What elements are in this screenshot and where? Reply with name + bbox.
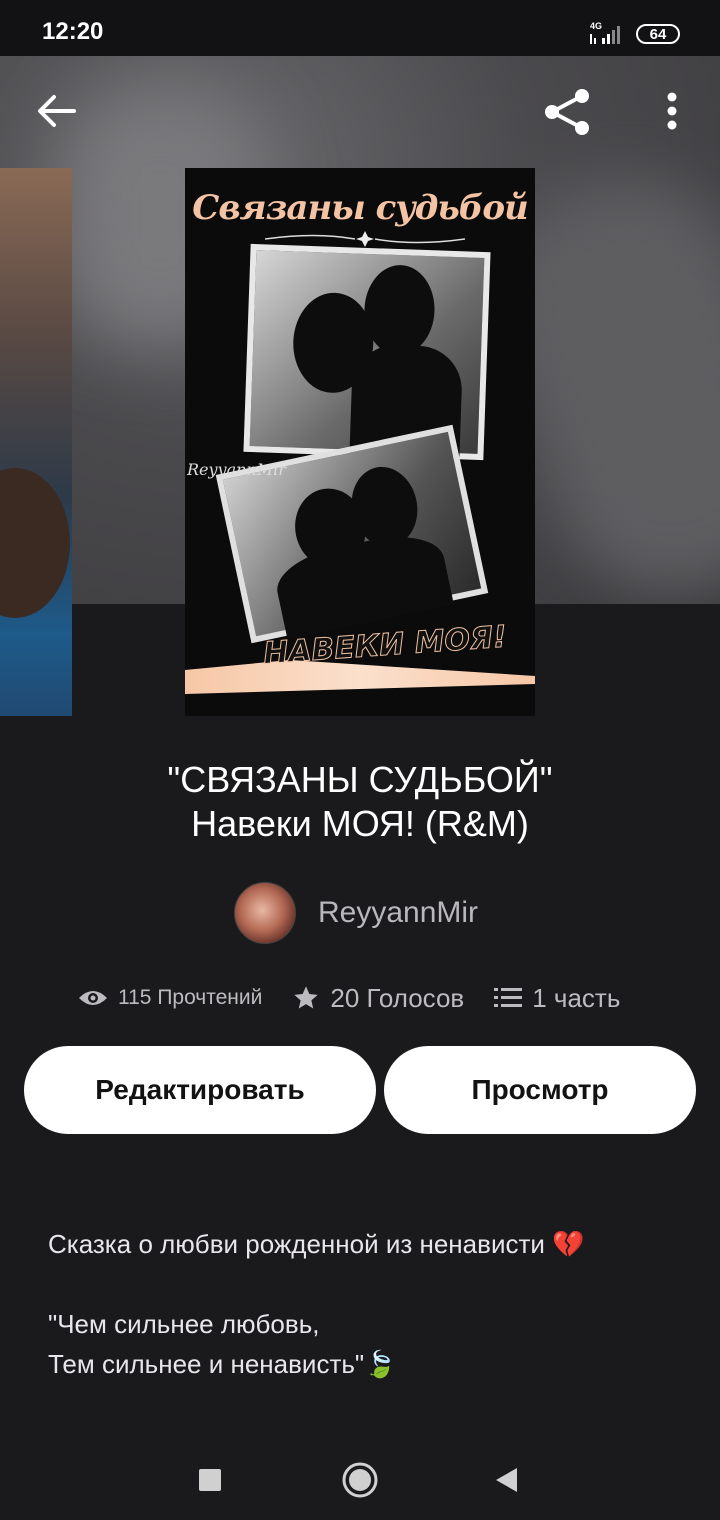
cover-photo-bottom [215,424,489,644]
reads-stat: 115 Прочтений [78,986,262,1010]
author-row[interactable]: ReyyannMir [234,882,478,944]
battery-indicator: 64 [636,24,680,44]
description-line2: "Чем сильнее любовь, [48,1309,320,1339]
votes-stat: 20 Голосов [292,983,464,1014]
story-title-line2: Навеки МОЯ! (R&M) [191,803,529,844]
edit-button[interactable]: Редактировать [24,1046,376,1134]
votes-count: 20 Голосов [330,982,465,1013]
eye-icon [79,991,107,1005]
previous-story-cover[interactable]: yannMir ❤ [0,168,72,716]
cover-title: Связаны судьбой [192,188,528,228]
reads-count: 115 Прочтений [118,986,263,1009]
story-stats: 115 Прочтений 20 Голосов 1 часть [78,978,650,1018]
description-line1: Сказка о любви рожденной из ненависти 💔 [48,1229,585,1259]
share-button[interactable] [540,84,596,140]
back-nav-button[interactable] [484,1458,528,1502]
view-button[interactable]: Просмотр [384,1046,696,1134]
circle-icon [342,1462,378,1498]
cover-watermark: ReyyannMir [187,460,286,479]
more-options-button[interactable] [654,86,690,136]
story-cover[interactable]: Связаны судьбой ReyyannMir НАВЕКИ МОЯ! [185,168,535,716]
parts-stat: 1 часть [494,983,620,1014]
signal-icon: 4G [590,21,620,44]
cover-photo-top [243,243,491,461]
story-description: Сказка о любви рожденной из ненависти 💔 … [48,1224,688,1384]
story-title-line1: "СВЯЗАНЫ СУДЬБОЙ" [167,759,553,800]
description-line3: Тем сильнее и ненависть"🍃 [48,1349,397,1379]
svg-text:4G: 4G [590,21,602,31]
story-title: "СВЯЗАНЫ СУДЬБОЙ" Навеки МОЯ! (R&M) [0,758,720,846]
triangle-back-icon [496,1468,517,1492]
author-name[interactable]: ReyyannMir [318,896,478,930]
recent-apps-button[interactable] [188,1458,232,1502]
system-nav-bar [0,1440,720,1520]
battery-level: 64 [649,25,667,43]
home-button[interactable] [338,1458,382,1502]
arrow-left-icon [38,95,76,127]
more-vertical-icon [667,92,677,130]
status-bar: 12:20 4G 64 [0,0,720,56]
parts-count: 1 часть [532,982,621,1013]
status-time: 12:20 [42,18,104,45]
star-icon [294,986,319,1009]
avatar[interactable] [234,882,296,944]
square-icon [199,1469,221,1491]
back-button[interactable] [30,88,82,134]
list-icon [494,988,523,1007]
share-icon [545,89,589,135]
